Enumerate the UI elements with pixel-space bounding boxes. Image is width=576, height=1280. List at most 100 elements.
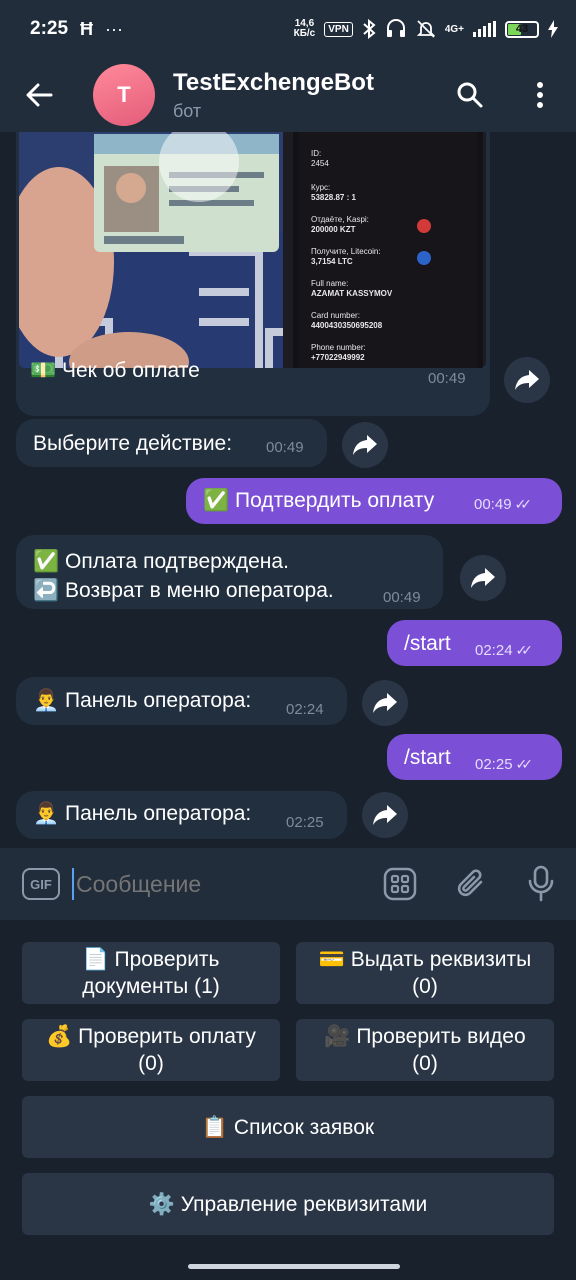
message-bubble-outgoing[interactable]: /start 02:24 ✓✓ bbox=[387, 620, 562, 666]
button-label: 📋 Список заявок bbox=[202, 1114, 374, 1141]
more-menu-button[interactable] bbox=[515, 58, 565, 132]
office-worker-icon: 👨‍💼 bbox=[33, 689, 60, 712]
message-text: ✅ Оплата подтверждена. ↩️ Возврат в меню… bbox=[33, 547, 334, 605]
text-cursor bbox=[72, 868, 74, 900]
svg-text:+77022949992: +77022949992 bbox=[311, 353, 365, 362]
share-arrow-icon bbox=[373, 805, 397, 825]
search-button[interactable] bbox=[445, 58, 495, 132]
microphone-icon bbox=[528, 865, 554, 902]
gif-button[interactable]: GIF bbox=[22, 868, 60, 900]
svg-text:ID:: ID: bbox=[311, 149, 321, 158]
read-checks-icon: ✓✓ bbox=[515, 642, 534, 658]
check-video-button[interactable]: 🎥 Проверить видео (0) bbox=[296, 1019, 554, 1081]
forward-button[interactable] bbox=[362, 792, 408, 838]
message-input-bar: GIF bbox=[0, 848, 576, 920]
message-time: 00:49 bbox=[383, 589, 421, 606]
attach-button[interactable] bbox=[455, 867, 489, 906]
svg-text:4400430350695208: 4400430350695208 bbox=[311, 321, 383, 330]
svg-text:Отдаёте, Kaspi:: Отдаёте, Kaspi: bbox=[311, 215, 369, 224]
message-time-wrap: 02:25 ✓✓ bbox=[475, 756, 533, 773]
message-bubble-outgoing[interactable]: ✅ Подтвердить оплату 00:49 ✓✓ bbox=[186, 478, 562, 524]
message-bubble[interactable]: Выберите действие: 00:49 bbox=[16, 419, 327, 467]
message-time: 02:24 bbox=[286, 701, 324, 718]
message-text: ✅ Подтвердить оплату bbox=[203, 489, 434, 513]
message-text: 👨‍💼 Панель оператора: bbox=[33, 689, 251, 713]
message-time: 02:24 bbox=[475, 642, 513, 659]
document-icon: 📄 bbox=[82, 948, 109, 971]
keyboard-grid-icon bbox=[383, 867, 417, 901]
read-checks-icon: ✓✓ bbox=[514, 496, 533, 512]
button-line1: Список заявок bbox=[233, 1115, 375, 1139]
button-line2: (0) bbox=[412, 975, 438, 998]
battery-level: 43 bbox=[515, 22, 529, 35]
svg-text:53828.87 : 1: 53828.87 : 1 bbox=[311, 193, 356, 202]
message-bubble[interactable]: 👨‍💼 Панель оператора: 02:25 bbox=[16, 791, 347, 839]
svg-text:Курс:: Курс: bbox=[311, 183, 330, 192]
more-vertical-icon bbox=[537, 82, 543, 108]
charging-icon bbox=[548, 20, 558, 38]
button-label: 💰 Проверить оплату (0) bbox=[46, 1023, 256, 1077]
receipt-caption: Чек об оплате bbox=[62, 359, 200, 382]
message-text: Выберите действие: bbox=[33, 432, 233, 455]
svg-text:Phone number:: Phone number: bbox=[311, 343, 366, 352]
button-line1: Проверить оплату bbox=[78, 1025, 256, 1048]
vpn-icon: VPN bbox=[324, 21, 353, 37]
button-line2: (0) bbox=[138, 1052, 164, 1075]
button-line1: Выдать реквизиты bbox=[350, 948, 532, 971]
message-bubble-outgoing[interactable]: /start 02:25 ✓✓ bbox=[387, 734, 562, 780]
avatar[interactable]: T bbox=[93, 64, 155, 126]
chat-area[interactable]: ID: 2454 Курс: 53828.87 : 1 Отдаёте, Kas… bbox=[0, 132, 576, 848]
home-indicator[interactable] bbox=[188, 1264, 400, 1269]
issue-requisites-button[interactable]: 💳 Выдать реквизиты (0) bbox=[296, 942, 554, 1004]
speed-unit: КБ/с bbox=[293, 28, 316, 39]
message-time-wrap: 00:49 ✓✓ bbox=[474, 496, 533, 513]
chat-title: TestExchengeBot bbox=[173, 68, 374, 96]
payment-receipt-photo[interactable]: ID: 2454 Курс: 53828.87 : 1 Отдаёте, Kas… bbox=[19, 132, 486, 368]
gear-icon: ⚙️ bbox=[148, 1192, 175, 1216]
office-worker-icon: 👨‍💼 bbox=[33, 802, 60, 825]
check-payment-button[interactable]: 💰 Проверить оплату (0) bbox=[22, 1019, 280, 1081]
message-time: 02:25 bbox=[286, 814, 324, 831]
svg-text:200000 KZT: 200000 KZT bbox=[311, 225, 356, 234]
message-input[interactable] bbox=[76, 864, 366, 904]
search-icon bbox=[457, 82, 483, 108]
chat-subtitle: бот bbox=[173, 100, 202, 121]
manage-requisites-button[interactable]: ⚙️ Управление реквизитами bbox=[22, 1173, 554, 1235]
operator-panel-text: Панель оператора: bbox=[65, 689, 252, 712]
photo-message[interactable]: ID: 2454 Курс: 53828.87 : 1 Отдаёте, Kas… bbox=[16, 132, 490, 416]
button-label: 📄 Проверить документы (1) bbox=[82, 946, 220, 1000]
check-documents-button[interactable]: 📄 Проверить документы (1) bbox=[22, 942, 280, 1004]
check-mark-icon: ✅ bbox=[33, 550, 60, 573]
button-line1: Управление реквизитами bbox=[180, 1192, 428, 1216]
chat-title-block[interactable]: TestExchengeBot бот bbox=[173, 69, 374, 122]
message-text: 💵 Чек об оплате bbox=[30, 359, 200, 383]
svg-text:3,7154 LTC: 3,7154 LTC bbox=[311, 257, 353, 266]
h-network-icon: Ħ bbox=[80, 18, 94, 39]
message-text: 👨‍💼 Панель оператора: bbox=[33, 802, 251, 826]
mute-bell-icon bbox=[416, 20, 435, 38]
forward-button[interactable] bbox=[362, 680, 408, 726]
forward-button[interactable] bbox=[342, 422, 388, 468]
svg-text:AZAMAT KASSYMOV: AZAMAT KASSYMOV bbox=[311, 289, 393, 298]
money-icon: 💵 bbox=[30, 359, 57, 382]
back-button[interactable] bbox=[0, 58, 78, 132]
message-bubble[interactable]: 👨‍💼 Панель оператора: 02:24 bbox=[16, 677, 347, 725]
forward-button[interactable] bbox=[504, 357, 550, 403]
message-text: /start bbox=[404, 746, 451, 769]
message-text: /start bbox=[404, 632, 451, 655]
money-bag-icon: 💰 bbox=[46, 1025, 73, 1048]
forward-button[interactable] bbox=[460, 555, 506, 601]
voice-button[interactable] bbox=[526, 865, 556, 908]
confirm-payment-text: Подтвердить оплату bbox=[235, 489, 435, 512]
button-label: 🎥 Проверить видео (0) bbox=[324, 1023, 525, 1077]
network-speed: 14,6 КБ/с bbox=[294, 19, 316, 39]
share-arrow-icon bbox=[471, 568, 495, 588]
bot-keyboard-button[interactable] bbox=[383, 867, 417, 906]
svg-text:Card number:: Card number: bbox=[311, 311, 360, 320]
message-bubble[interactable]: ✅ Оплата подтверждена. ↩️ Возврат в меню… bbox=[16, 535, 443, 609]
orders-list-button[interactable]: 📋 Список заявок bbox=[22, 1096, 554, 1158]
payment-confirmed-text: Оплата подтверждена. bbox=[65, 550, 289, 573]
svg-text:2454: 2454 bbox=[311, 159, 329, 168]
receipt-photo-image: ID: 2454 Курс: 53828.87 : 1 Отдаёте, Kas… bbox=[19, 132, 486, 368]
battery-icon: 43 bbox=[505, 20, 539, 38]
